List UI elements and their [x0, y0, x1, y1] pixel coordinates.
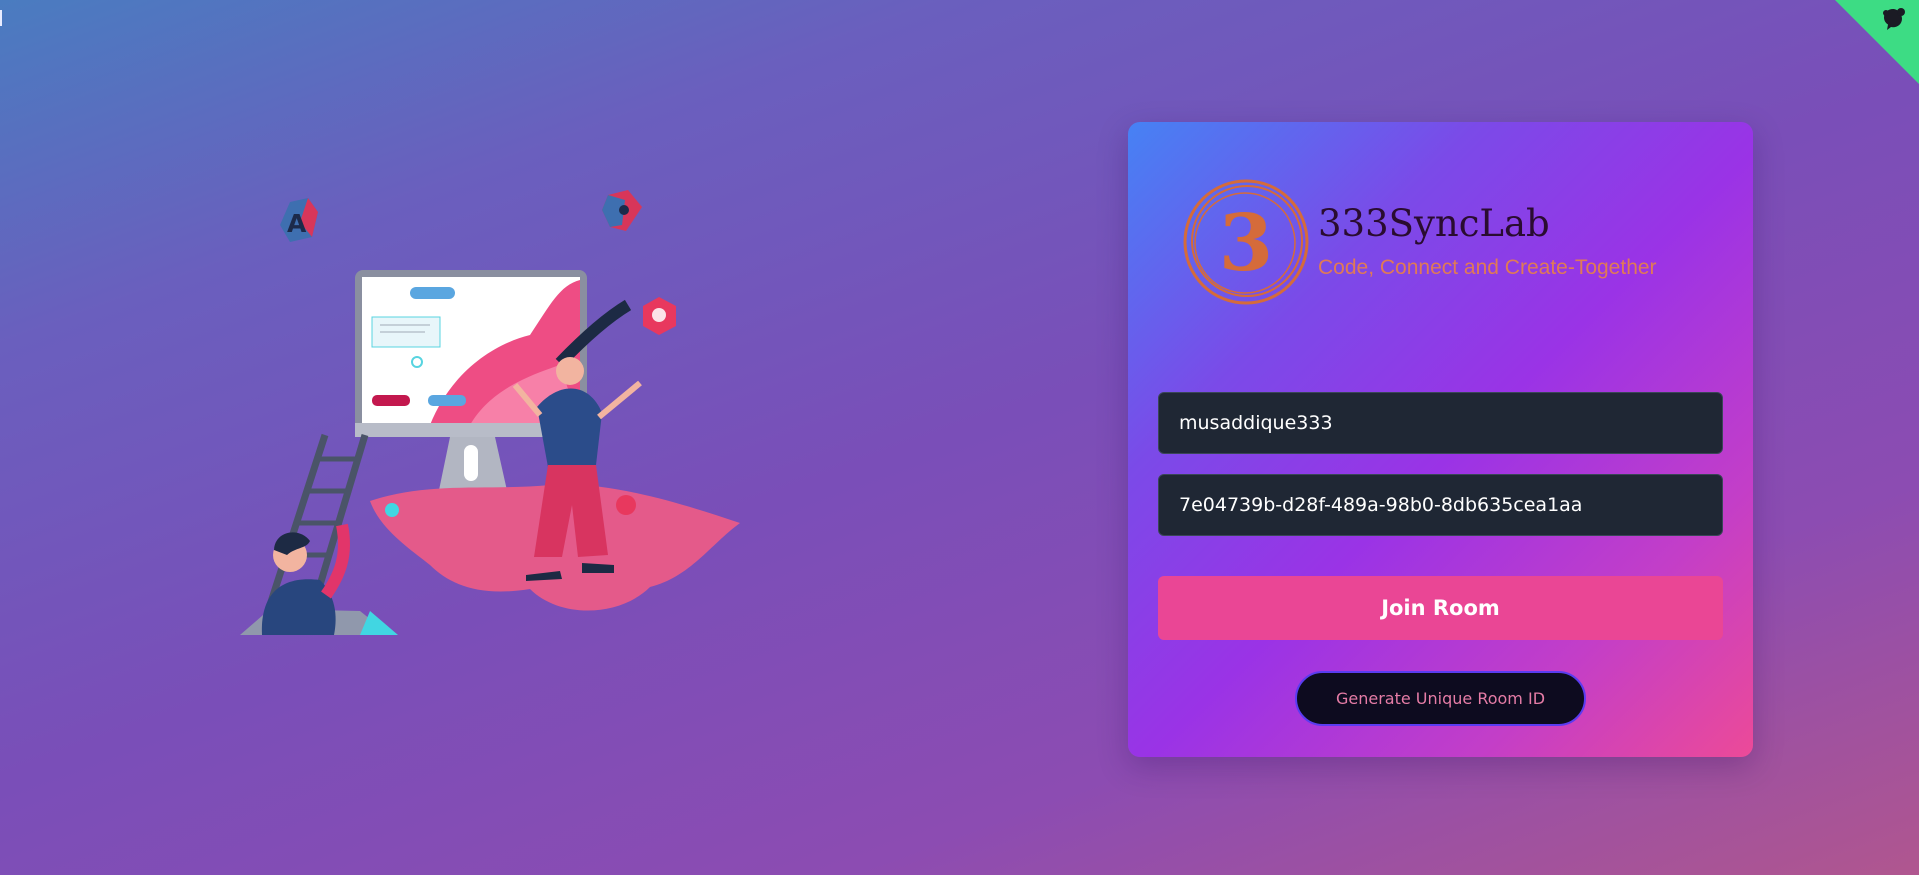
brand-tagline: Code, Connect and Create-Together	[1318, 256, 1657, 279]
ladder-icon	[266, 433, 369, 607]
logo-icon: 3	[1183, 179, 1309, 305]
generate-room-id-button[interactable]: Generate Unique Room ID	[1295, 671, 1586, 726]
room-id-input[interactable]	[1158, 474, 1723, 536]
hero-illustration: A	[240, 190, 740, 635]
github-corner-link[interactable]	[1835, 0, 1919, 84]
join-room-button[interactable]: Join Room	[1158, 576, 1723, 640]
window-edge-marker	[0, 10, 2, 26]
cube-letter-icon: A	[280, 198, 318, 242]
floating-cube-icon	[602, 190, 642, 231]
join-card: 3 333SyncLab Code, Connect and Create-To…	[1128, 122, 1753, 757]
climbing-person-icon	[240, 523, 398, 635]
svg-text:3: 3	[1219, 198, 1273, 289]
lightbulb-icon	[643, 297, 676, 335]
username-input[interactable]	[1158, 392, 1723, 454]
brand-title: 333SyncLab	[1318, 202, 1550, 245]
svg-text:A: A	[287, 209, 307, 238]
